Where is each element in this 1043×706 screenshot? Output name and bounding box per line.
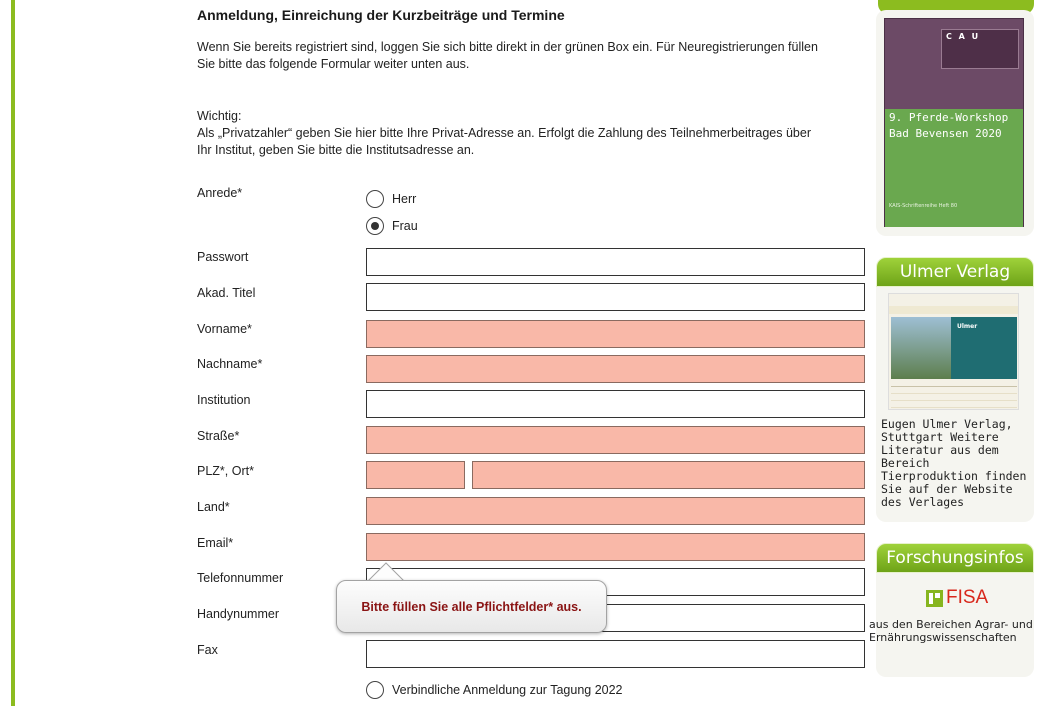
city-input[interactable] xyxy=(472,461,865,489)
intro-line-2: Sie bitte das folgende Formular weiter u… xyxy=(197,57,470,71)
fisa-logo[interactable]: FISA xyxy=(926,587,988,609)
book-cover[interactable]: C A U 9. Pferde-Workshop Bad Bevensen 20… xyxy=(884,18,1024,227)
first-name-label: Vorname* xyxy=(197,322,252,336)
intro-text: Wenn Sie bereits registriert sind, logge… xyxy=(197,39,869,73)
mobile-label: Handynummer xyxy=(197,607,279,621)
preview-nav xyxy=(889,306,1018,314)
research-text: aus den Bereichen Agrar- und Ernährungsw… xyxy=(869,618,1033,644)
important-text: Als „Privatzahler“ geben Sie hier bitte … xyxy=(197,125,869,159)
important-title: Wichtig: xyxy=(197,109,242,123)
intro-line-1: Wenn Sie bereits registriert sind, logge… xyxy=(197,40,818,54)
password-input[interactable] xyxy=(366,248,865,276)
first-name-input[interactable] xyxy=(366,320,865,348)
phone-label: Telefonnummer xyxy=(197,571,284,585)
title-input[interactable] xyxy=(366,283,865,311)
preview-brand: Ulmer xyxy=(957,323,978,330)
research-heading[interactable]: Forschungsinfos xyxy=(876,543,1034,573)
email-label: Email* xyxy=(197,536,234,550)
fisa-icon xyxy=(926,589,943,607)
radio-frau[interactable]: Frau xyxy=(366,217,418,235)
left-accent-bar xyxy=(11,0,15,706)
fax-input[interactable] xyxy=(366,640,865,668)
ulmer-heading[interactable]: Ulmer Verlag xyxy=(876,257,1034,287)
book-title-line-1: 9. Pferde-Workshop xyxy=(889,111,1009,124)
book-series: KAIS-Schriftenreihe Heft 80 xyxy=(889,203,958,209)
password-label: Passwort xyxy=(197,250,249,264)
ulmer-text: Eugen Ulmer Verlag, Stuttgart Weitere Li… xyxy=(881,417,1027,509)
confirm-radio-circle[interactable] xyxy=(366,681,384,699)
fax-label: Fax xyxy=(197,643,218,657)
last-name-label: Nachname* xyxy=(197,357,263,371)
country-input[interactable] xyxy=(366,497,865,525)
radio-frau-label: Frau xyxy=(392,219,418,233)
radio-frau-circle[interactable] xyxy=(366,217,384,235)
book-title-line-2: Bad Bevensen 2020 xyxy=(889,127,1002,140)
radio-herr-label: Herr xyxy=(392,192,417,206)
ulmer-website-preview[interactable]: Ulmer xyxy=(888,293,1019,410)
important-line-1: Als „Privatzahler“ geben Sie hier bitte … xyxy=(197,126,811,140)
page-heading: Anmeldung, Einreichung der Kurzbeiträge … xyxy=(197,7,565,23)
country-label: Land* xyxy=(197,500,230,514)
street-input[interactable] xyxy=(366,426,865,454)
validation-tooltip: Bitte füllen Sie alle Pflichtfelder* aus… xyxy=(336,580,607,633)
cau-logo-text: C A U xyxy=(946,32,981,41)
preview-teal-panel: Ulmer xyxy=(951,317,1017,379)
preview-photo xyxy=(891,317,951,379)
title-label: Akad. Titel xyxy=(197,286,256,300)
institution-label: Institution xyxy=(197,393,251,407)
preview-table xyxy=(891,386,1017,408)
radio-herr-circle[interactable] xyxy=(366,190,384,208)
salutation-label: Anrede* xyxy=(197,186,243,200)
radio-herr[interactable]: Herr xyxy=(366,190,416,208)
last-name-input[interactable] xyxy=(366,355,865,383)
street-label: Straße* xyxy=(197,429,240,443)
confirm-registration-radio[interactable]: Verbindliche Anmeldung zur Tagung 2022 xyxy=(366,681,623,699)
zip-city-label: PLZ*, Ort* xyxy=(197,464,254,478)
tooltip-arrow xyxy=(368,562,404,581)
confirm-radio-label: Verbindliche Anmeldung zur Tagung 2022 xyxy=(392,683,623,697)
zip-input[interactable] xyxy=(366,461,465,489)
institution-input[interactable] xyxy=(366,390,865,418)
important-line-2: Ihr Institut, geben Sie bitte die Instit… xyxy=(197,143,475,157)
email-input[interactable] xyxy=(366,533,865,561)
fisa-logo-text: FISA xyxy=(946,587,989,608)
